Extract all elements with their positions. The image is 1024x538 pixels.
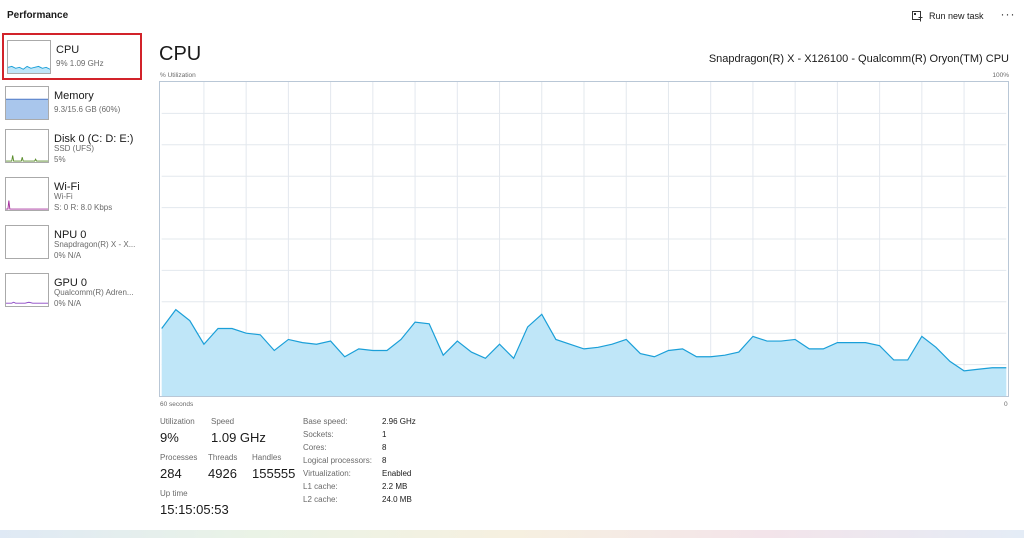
utilization-value: 9%: [160, 430, 179, 445]
spec-value-l2-cache: 24.0 MB: [382, 495, 412, 504]
uptime-value: 15:15:05:53: [160, 502, 229, 517]
sidebar-item-detail: Qualcomm(R) Adren...: [54, 288, 134, 297]
cpu-model-name: Snapdragon(R) X - X126100 - Qualcomm(R) …: [708, 53, 1009, 65]
sidebar-item-detail-2: 5%: [54, 155, 66, 164]
sidebar: CPU 9% 1.09 GHz Memory 9.3/15.6 GB (60%)…: [0, 33, 145, 538]
spec-value-virtualization: Enabled: [382, 469, 412, 478]
cpu-utilization-graph: [159, 81, 1009, 397]
cpu-thumbnail-graph: [7, 40, 51, 74]
spec-value-logical-processors: 8: [382, 456, 387, 465]
spec-key-logical-processors: Logical processors:: [303, 456, 372, 465]
sidebar-item-wifi[interactable]: Wi-Fi Wi-Fi S: 0 R: 8.0 Kbps: [2, 172, 142, 219]
sidebar-item-detail-2: 0% N/A: [54, 299, 82, 308]
memory-thumbnail-graph: [5, 86, 49, 120]
x-start-label: 60 seconds: [160, 401, 194, 408]
handles-label: Handles: [252, 453, 282, 462]
main-title: CPU: [159, 43, 202, 65]
taskbar-edge: [0, 530, 1024, 538]
x-end-label: 0: [1004, 401, 1008, 408]
header: Performance Run new task ···: [0, 0, 1024, 33]
sidebar-item-detail-2: S: 0 R: 8.0 Kbps: [54, 203, 113, 212]
sidebar-item-cpu[interactable]: CPU 9% 1.09 GHz: [2, 33, 142, 80]
spec-key-base-speed: Base speed:: [303, 417, 348, 426]
utilization-label: Utilization: [160, 417, 195, 426]
sidebar-item-detail-2: 0% N/A: [54, 251, 82, 260]
spec-key-virtualization: Virtualization:: [303, 469, 351, 478]
spec-key-l2-cache: L2 cache:: [303, 495, 338, 504]
y-max-label: 100%: [992, 72, 1009, 79]
spec-value-sockets: 1: [382, 430, 387, 439]
y-axis-label: % Utilization: [160, 72, 196, 79]
more-options-icon[interactable]: ···: [999, 6, 1017, 24]
speed-label: Speed: [211, 417, 235, 426]
run-new-task-label: Run new task: [929, 11, 984, 21]
sidebar-item-detail: Wi-Fi: [54, 192, 73, 201]
sidebar-item-disk[interactable]: Disk 0 (C: D: E:) SSD (UFS) 5%: [2, 124, 142, 171]
spec-value-base-speed: 2.96 GHz: [382, 417, 416, 426]
disk-thumbnail-graph: [5, 129, 49, 163]
sidebar-item-npu[interactable]: NPU 0 Snapdragon(R) X - X... 0% N/A: [2, 220, 142, 267]
gpu-thumbnail-graph: [5, 273, 49, 307]
threads-value: 4926: [208, 466, 237, 481]
sidebar-item-memory[interactable]: Memory 9.3/15.6 GB (60%): [2, 81, 142, 128]
handles-value: 155555: [252, 466, 296, 481]
sidebar-item-gpu[interactable]: GPU 0 Qualcomm(R) Adren... 0% N/A: [2, 268, 142, 315]
spec-key-cores: Cores:: [303, 443, 327, 452]
spec-key-l1-cache: L1 cache:: [303, 482, 338, 491]
sidebar-item-detail: SSD (UFS): [54, 144, 94, 153]
sidebar-item-name: CPU: [56, 44, 80, 56]
spec-value-l1-cache: 2.2 MB: [382, 482, 408, 491]
wifi-thumbnail-graph: [5, 177, 49, 211]
spec-value-cores: 8: [382, 443, 387, 452]
run-task-icon: [912, 10, 923, 21]
speed-value: 1.09 GHz: [211, 430, 266, 445]
threads-label: Threads: [208, 453, 238, 462]
processes-label: Processes: [160, 453, 198, 462]
sidebar-item-detail: 9.3/15.6 GB (60%): [54, 105, 121, 114]
uptime-label: Up time: [160, 489, 188, 498]
sidebar-item-detail: Snapdragon(R) X - X...: [54, 240, 136, 249]
page-title: Performance: [7, 10, 69, 21]
processes-value: 284: [160, 466, 182, 481]
spec-key-sockets: Sockets:: [303, 430, 334, 439]
run-new-task-button[interactable]: Run new task: [912, 8, 984, 24]
npu-thumbnail-graph: [5, 225, 49, 259]
sidebar-item-detail: 9% 1.09 GHz: [56, 59, 104, 68]
sidebar-item-name: Memory: [54, 90, 94, 102]
